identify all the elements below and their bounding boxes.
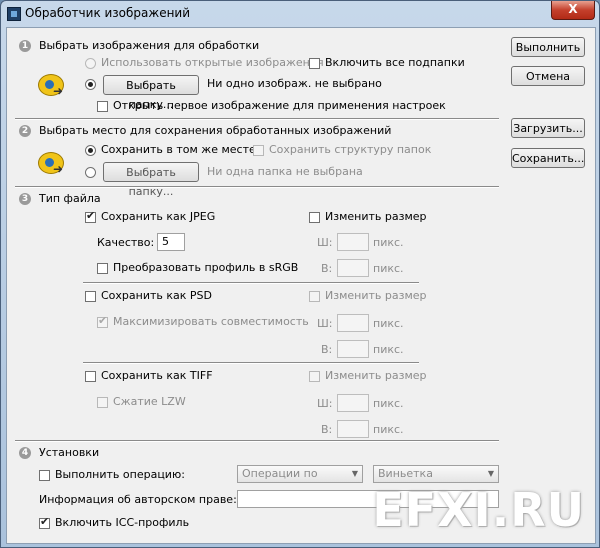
use-open-images-radio[interactable] [85, 58, 96, 69]
jpeg-height-unit: пикс. [373, 262, 404, 275]
psd-height-unit: пикс. [373, 343, 404, 356]
section-4-header: Установки [39, 446, 100, 459]
save-psd-label: Сохранить как PSD [101, 289, 212, 302]
keep-folder-structure-label: Сохранить структуру папок [269, 143, 432, 156]
save-psd-checkbox[interactable] [85, 291, 96, 302]
photoshop-eye-icon: ➜ [37, 70, 67, 98]
use-open-images-label: Использовать открытые изображения [101, 56, 324, 69]
jpeg-quality-label: Качество: [97, 236, 155, 249]
run-button[interactable]: Выполнить [511, 37, 585, 57]
save-settings-button[interactable]: Сохранить... [511, 148, 585, 168]
psd-resize-label: Изменить размер [325, 289, 427, 302]
chevron-down-icon: ▼ [351, 469, 358, 478]
open-first-image-checkbox[interactable] [97, 101, 108, 112]
jpeg-resize-label: Изменить размер [325, 210, 427, 223]
tiff-height-unit: пикс. [373, 423, 404, 436]
run-action-checkbox[interactable] [39, 470, 50, 481]
jpeg-quality-input[interactable]: 5 [157, 233, 185, 251]
save-same-place-label: Сохранить в том же месте [101, 143, 256, 156]
dialog-window: Обработчик изображений X Выполнить Отмен… [0, 0, 600, 548]
action-value: Виньетка (выделен... [378, 467, 433, 480]
source-status-text: Ни одно изображ. не выбрано [207, 77, 382, 90]
action-set-value: Операции по умол... [242, 467, 318, 480]
psd-height-input[interactable] [337, 340, 369, 358]
maximize-compatibility-checkbox[interactable] [97, 314, 108, 328]
section-3-number: 3 [19, 193, 31, 205]
tiff-resize-label: Изменить размер [325, 369, 427, 382]
tiff-height-label: В: [321, 423, 333, 436]
choose-folder-radio[interactable] [85, 79, 96, 90]
section-4-number: 4 [19, 447, 31, 459]
action-set-select[interactable]: Операции по умол... ▼ [237, 465, 363, 483]
choose-destination-folder-button[interactable]: Выбрать папку... [103, 162, 199, 198]
section-1-number: 1 [19, 40, 31, 52]
window-title: Обработчик изображений [25, 6, 191, 20]
jpeg-height-label: В: [321, 262, 333, 275]
section-separator [15, 118, 499, 120]
jpeg-height-input[interactable] [337, 259, 369, 277]
save-tiff-label: Сохранить как TIFF [101, 369, 213, 382]
section-2-number: 2 [19, 125, 31, 137]
jpeg-width-label: Ш: [317, 236, 333, 249]
jpeg-width-unit: пикс. [373, 236, 404, 249]
psd-resize-checkbox[interactable] [309, 291, 320, 302]
dialog-body: Выполнить Отмена Загрузить... Сохранить.… [6, 27, 596, 544]
tiff-resize-checkbox[interactable] [309, 371, 320, 382]
file-type-separator [83, 362, 419, 364]
lzw-compression-label: Сжатие LZW [113, 395, 186, 408]
title-bar[interactable]: Обработчик изображений X [1, 1, 599, 27]
tiff-width-input[interactable] [337, 394, 369, 412]
psd-height-label: В: [321, 343, 333, 356]
section-2-header: Выбрать место для сохранения обработанны… [39, 124, 392, 137]
photoshop-eye-icon: ➜ [37, 148, 67, 176]
cancel-button[interactable]: Отмена [511, 66, 585, 86]
include-icc-label: Включить ICC-профиль [55, 516, 190, 529]
run-action-label: Выполнить операцию: [55, 468, 185, 481]
load-button[interactable]: Загрузить... [511, 118, 585, 138]
psd-width-label: Ш: [317, 317, 333, 330]
save-same-place-radio[interactable] [85, 145, 96, 156]
choose-destination-radio[interactable] [85, 167, 96, 178]
close-icon: X [568, 2, 578, 16]
section-separator [15, 440, 499, 442]
copyright-label: Информация об авторском праве: [39, 493, 237, 506]
keep-folder-structure-checkbox[interactable] [253, 145, 264, 156]
section-separator [15, 186, 499, 188]
section-3-header: Тип файла [39, 192, 101, 205]
jpeg-resize-checkbox[interactable] [309, 212, 320, 223]
close-button[interactable]: X [551, 1, 595, 20]
convert-srgb-checkbox[interactable] [97, 263, 108, 274]
include-icc-checkbox[interactable] [39, 515, 50, 529]
tiff-width-unit: пикс. [373, 397, 404, 410]
psd-width-unit: пикс. [373, 317, 404, 330]
action-select[interactable]: Виньетка (выделен... ▼ [373, 465, 499, 483]
chevron-down-icon: ▼ [487, 469, 494, 478]
jpeg-width-input[interactable] [337, 233, 369, 251]
tiff-width-label: Ш: [317, 397, 333, 410]
save-jpeg-label: Сохранить как JPEG [101, 210, 216, 223]
lzw-compression-checkbox[interactable] [97, 397, 108, 408]
save-jpeg-checkbox[interactable] [85, 209, 96, 223]
destination-status-text: Ни одна папка не выбрана [207, 165, 363, 178]
maximize-compatibility-label: Максимизировать совместимость [113, 315, 309, 328]
photoshop-app-icon [7, 7, 21, 21]
tiff-height-input[interactable] [337, 420, 369, 438]
include-subfolders-label: Включить все подпапки [325, 56, 465, 69]
save-tiff-checkbox[interactable] [85, 371, 96, 382]
choose-source-folder-button[interactable]: Выбрать папку... [103, 75, 199, 111]
convert-srgb-label: Преобразовать профиль в sRGB [113, 261, 299, 274]
open-first-image-label: Открыть первое изображение для применени… [113, 99, 446, 112]
site-watermark: EFXI.RU [372, 483, 585, 537]
section-1-header: Выбрать изображения для обработки [39, 39, 260, 52]
psd-width-input[interactable] [337, 314, 369, 332]
include-subfolders-checkbox[interactable] [309, 58, 320, 69]
file-type-separator [83, 282, 419, 284]
